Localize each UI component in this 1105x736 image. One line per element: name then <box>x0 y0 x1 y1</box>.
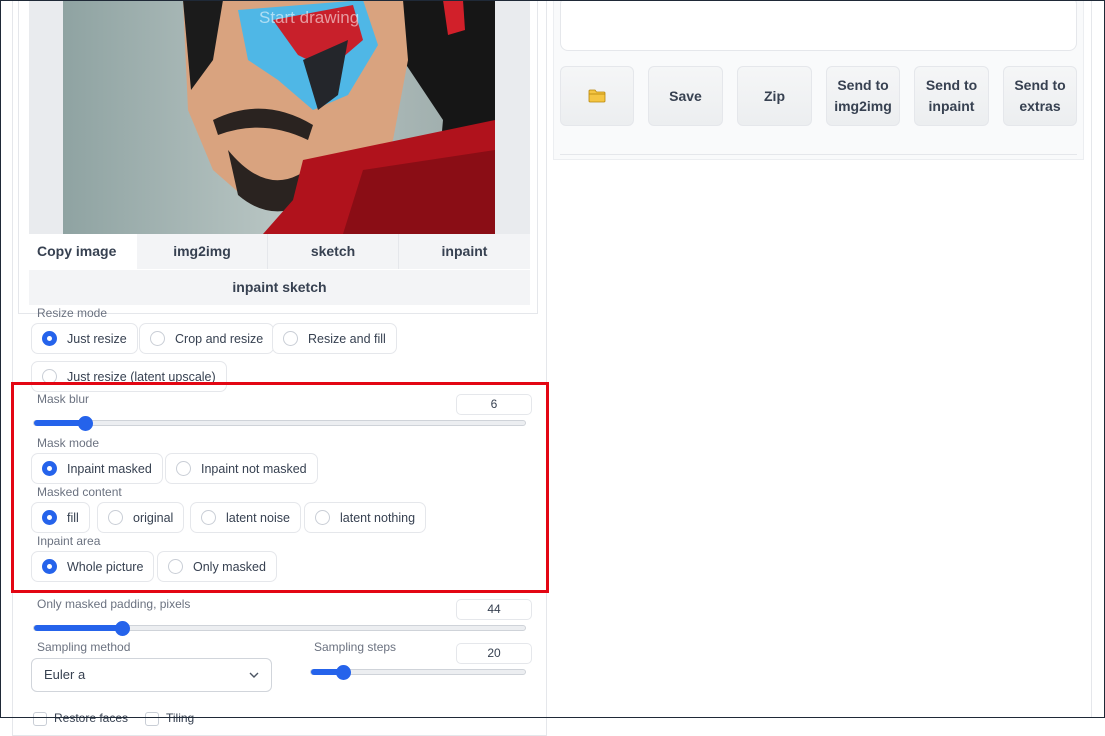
radio-unchecked-icon <box>168 559 183 574</box>
send-to-img2img-button[interactable]: Send to img2img <box>826 66 900 126</box>
radio-checked-icon <box>42 559 57 574</box>
tiling-label: Tiling <box>166 711 195 725</box>
resize-option-resize-and-fill[interactable]: Resize and fill <box>272 323 397 354</box>
radio-checked-icon <box>42 510 57 525</box>
slider-thumb[interactable] <box>115 621 130 636</box>
radio-checked-icon <box>42 331 57 346</box>
copy-image-to-bar: Copy image to: img2img sketch inpaint in… <box>29 234 530 306</box>
inpaint-area-only-masked[interactable]: Only masked <box>157 551 277 582</box>
panel-border <box>1091 0 1092 718</box>
radio-label: Inpaint not masked <box>201 461 307 476</box>
mask-mode-inpaint-not-masked[interactable]: Inpaint not masked <box>165 453 318 484</box>
send-to-extras-button[interactable]: Send to extras <box>1003 66 1077 126</box>
radio-unchecked-icon <box>176 461 191 476</box>
mask-blur-number-input[interactable]: 6 <box>456 394 532 415</box>
radio-label: Resize and fill <box>308 331 386 346</box>
tiling-checkbox[interactable] <box>145 712 159 726</box>
copy-to-inpaint-button[interactable]: inpaint <box>399 234 530 269</box>
sampling-steps-slider[interactable] <box>310 665 526 680</box>
radio-unchecked-icon <box>150 331 165 346</box>
radio-unchecked-icon <box>315 510 330 525</box>
restore-faces-checkbox[interactable] <box>33 712 47 726</box>
inpaint-area-whole-picture[interactable]: Whole picture <box>31 551 155 582</box>
masked-content-fill[interactable]: fill <box>31 502 90 533</box>
radio-label: Just resize (latent upscale) <box>67 369 216 384</box>
canvas-hint-text: Start drawing <box>259 8 360 27</box>
sampling-method-label: Sampling method <box>37 640 131 654</box>
resize-option-just-resize[interactable]: Just resize <box>31 323 138 354</box>
slider-fill <box>34 625 122 631</box>
only-masked-padding-slider[interactable] <box>33 621 526 636</box>
radio-label: latent noise <box>226 510 290 525</box>
zip-button[interactable]: Zip <box>737 66 812 126</box>
radio-unchecked-icon <box>42 369 57 384</box>
slider-thumb[interactable] <box>78 416 93 431</box>
resize-option-crop-and-resize[interactable]: Crop and resize <box>139 323 275 354</box>
radio-label: original <box>133 510 174 525</box>
divider <box>560 154 1077 155</box>
folder-icon <box>588 89 606 103</box>
resize-mode-label: Resize mode <box>37 306 108 320</box>
radio-checked-icon <box>42 461 57 476</box>
masked-content-label: Masked content <box>37 485 122 499</box>
generation-info-box <box>560 0 1077 51</box>
masked-content-original[interactable]: original <box>97 502 185 533</box>
only-masked-padding-label: Only masked padding, pixels <box>37 597 191 611</box>
sampling-method-value: Euler a <box>44 667 86 682</box>
sampling-steps-number-input[interactable]: 20 <box>456 643 532 664</box>
copy-to-sketch-button[interactable]: sketch <box>268 234 399 269</box>
radio-unchecked-icon <box>108 510 123 525</box>
mask-blur-label: Mask blur <box>37 392 90 406</box>
restore-faces-label: Restore faces <box>54 711 129 725</box>
mask-mode-inpaint-masked[interactable]: Inpaint masked <box>31 453 163 484</box>
inpaint-area-label: Inpaint area <box>37 534 101 548</box>
uploaded-portrait-image <box>63 0 495 234</box>
inpaint-canvas[interactable]: Start drawing <box>29 0 530 234</box>
radio-label: Whole picture <box>67 559 144 574</box>
radio-label: Crop and resize <box>175 331 264 346</box>
copy-image-to-label: Copy image to: <box>37 243 117 294</box>
copy-to-inpaint-sketch-button[interactable]: inpaint sketch <box>29 270 530 305</box>
masked-content-latent-nothing[interactable]: latent nothing <box>304 502 427 533</box>
slider-thumb[interactable] <box>336 665 351 680</box>
radio-label: latent nothing <box>340 510 416 525</box>
radio-label: Just resize <box>67 331 127 346</box>
radio-label: Inpaint masked <box>67 461 152 476</box>
open-folder-button[interactable] <box>560 66 634 126</box>
mask-mode-label: Mask mode <box>37 436 100 450</box>
masked-content-latent-noise[interactable]: latent noise <box>190 502 301 533</box>
sampling-method-dropdown[interactable]: Euler a <box>31 658 272 692</box>
only-masked-padding-number-input[interactable]: 44 <box>456 599 532 620</box>
send-to-inpaint-button[interactable]: Send to inpaint <box>914 66 989 126</box>
save-button[interactable]: Save <box>648 66 723 126</box>
mask-blur-slider[interactable] <box>33 416 526 431</box>
radio-unchecked-icon <box>283 331 298 346</box>
copy-to-img2img-button[interactable]: img2img <box>137 234 268 269</box>
resize-option-latent-upscale[interactable]: Just resize (latent upscale) <box>31 361 227 392</box>
radio-label: fill <box>67 510 79 525</box>
radio-label: Only masked <box>193 559 266 574</box>
chevron-down-icon <box>249 672 259 678</box>
radio-unchecked-icon <box>201 510 216 525</box>
sampling-steps-label: Sampling steps <box>314 640 397 654</box>
